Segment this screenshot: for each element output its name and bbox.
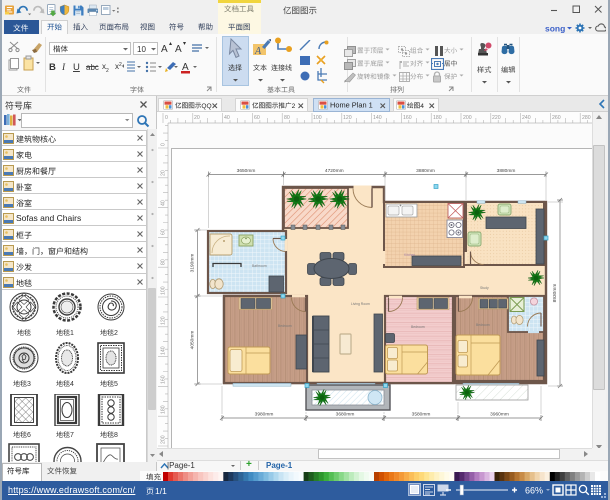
svg-text:4: 4 [420, 102, 424, 109]
svg-text:6: 6 [27, 432, 31, 439]
svg-text:A: A [254, 46, 262, 57]
svg-text:Bathroom: Bathroom [252, 264, 267, 268]
svg-text:abc: abc [86, 63, 99, 72]
svg-text:4720mm: 4720mm [325, 168, 344, 174]
svg-text:B: B [49, 62, 56, 73]
svg-text:7: 7 [70, 432, 74, 439]
svg-text:66%: 66% [525, 486, 543, 496]
svg-text:1: 1 [70, 330, 74, 337]
svg-text:3680mm: 3680mm [336, 412, 355, 418]
svg-text:3980mm: 3980mm [255, 412, 274, 418]
svg-text:3190mm: 3190mm [190, 254, 196, 273]
svg-text:2: 2 [106, 68, 109, 74]
svg-text:Study: Study [480, 286, 489, 290]
svg-text:U: U [73, 62, 80, 73]
svg-text:Bedroom: Bedroom [476, 323, 490, 327]
svg-text:Living Room: Living Room [351, 302, 370, 306]
svg-text:5: 5 [114, 381, 118, 388]
svg-text:2: 2 [114, 330, 118, 337]
svg-text:8: 8 [114, 432, 118, 439]
svg-text:Kitchen: Kitchen [404, 253, 415, 257]
svg-text:A: A [175, 44, 182, 55]
svg-text:3: 3 [27, 381, 31, 388]
svg-text:song: song [545, 23, 565, 33]
svg-text:3650mm: 3650mm [237, 168, 256, 174]
svg-text:3880mm: 3880mm [416, 168, 435, 174]
svg-text:8930mm: 8930mm [552, 284, 558, 303]
svg-text:Bedroom: Bedroom [278, 324, 292, 328]
svg-text:A: A [161, 44, 168, 55]
svg-text:I: I [61, 63, 66, 73]
svg-text:2: 2 [119, 62, 122, 68]
svg-text:3580mm: 3580mm [412, 412, 431, 418]
svg-text:4: 4 [70, 381, 74, 388]
svg-text:2: 2 [292, 102, 296, 109]
svg-text:3880mm: 3880mm [497, 168, 516, 174]
svg-text:Bedroom: Bedroom [411, 325, 425, 329]
svg-text:Home Plan 1: Home Plan 1 [330, 100, 373, 109]
svg-text:3960mm: 3960mm [490, 412, 509, 418]
svg-text:4050mm: 4050mm [190, 331, 196, 350]
